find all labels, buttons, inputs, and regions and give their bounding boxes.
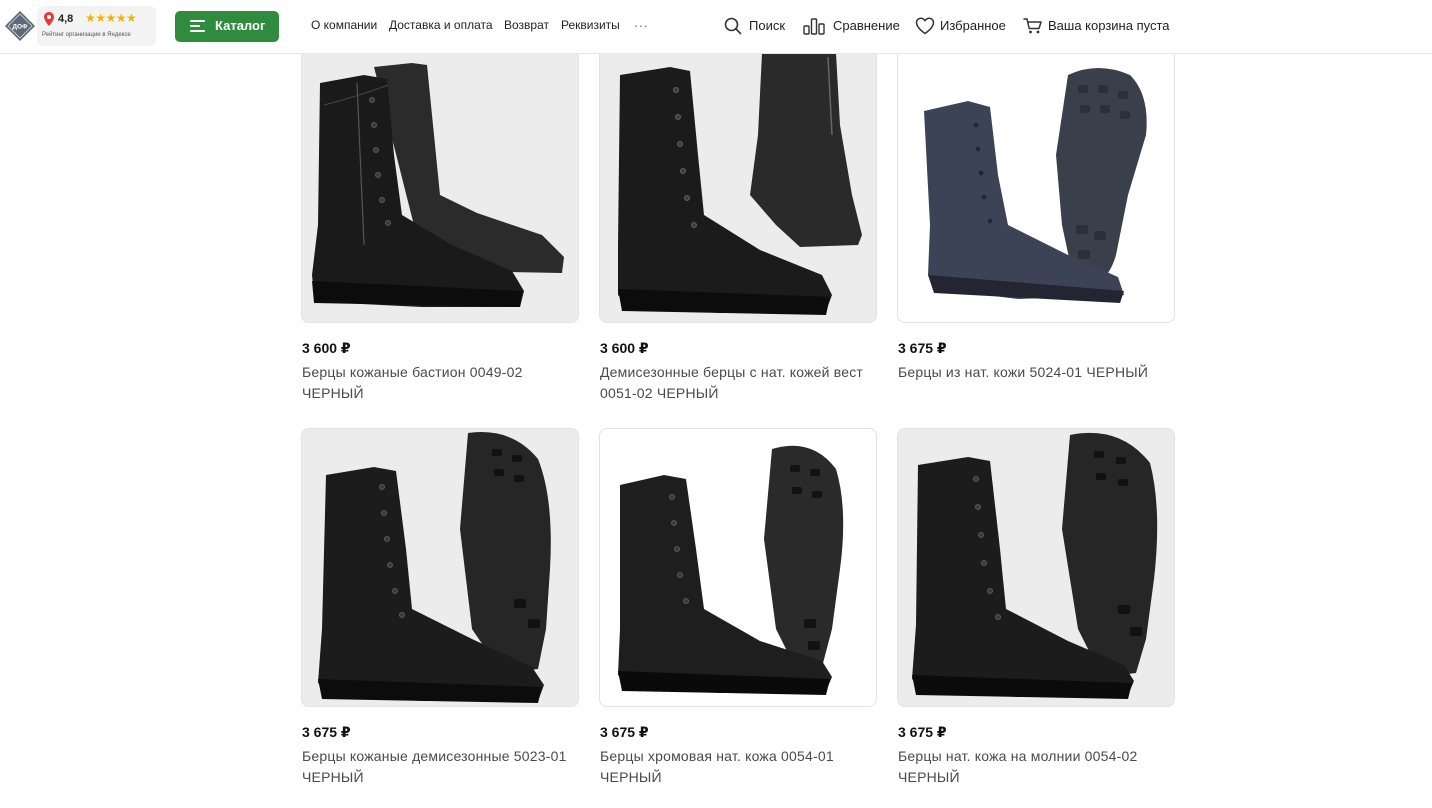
cart-button[interactable]: Ваша корзина пуста [1023, 16, 1179, 36]
boot-image [912, 432, 1158, 699]
product-price: 3 600 ₽ [302, 340, 351, 356]
catalog-button-label: Каталог [215, 18, 266, 33]
product-name[interactable]: Демисезонные берцы с нат. кожей вест 005… [600, 362, 876, 404]
product-price: 3 600 ₽ [600, 340, 649, 356]
catalog-button[interactable]: Каталог [175, 11, 279, 42]
boot-image [618, 53, 862, 315]
favorites-label: Избранное [940, 18, 1006, 33]
product-name[interactable]: Берцы кожаные бастион 0049-02 ЧЕРНЫЙ [302, 362, 578, 404]
logo[interactable]: ДОФ [4, 10, 36, 42]
product-price: 3 675 ₽ [600, 724, 649, 740]
compare-button[interactable]: Сравнение [803, 16, 903, 36]
product-image[interactable] [301, 44, 579, 323]
map-pin-icon [44, 12, 54, 26]
yandex-rating-badge[interactable]: 4,8 ★★★★★ Рейтинг организации в Яндексе [37, 6, 156, 46]
rating-score: 4,8 [58, 13, 74, 25]
nav-link-about[interactable]: О компании [311, 18, 377, 32]
product-name[interactable]: Берцы из нат. кожи 5024-01 ЧЕРНЫЙ [898, 362, 1174, 383]
boot-image [312, 63, 564, 307]
boot-image [318, 432, 551, 703]
menu-icon [190, 20, 205, 32]
rating-stars: ★★★★★ [85, 11, 137, 25]
product-image[interactable] [897, 428, 1175, 707]
product-image[interactable] [599, 44, 877, 323]
product-name[interactable]: Берцы хромовая нат. кожа 0054-01 ЧЕРНЫЙ [600, 746, 876, 788]
product-name[interactable]: Берцы кожаные демисезонные 5023-01 ЧЕРНЫ… [302, 746, 578, 788]
search-button[interactable]: Поиск [724, 16, 790, 36]
nav-link-requisites[interactable]: Реквизиты [561, 18, 620, 32]
nav-link-return[interactable]: Возврат [504, 18, 549, 32]
nav-more-button[interactable]: ... [634, 14, 649, 30]
compare-icon [803, 18, 825, 35]
cart-label: Ваша корзина пуста [1048, 18, 1170, 33]
boot-image [618, 445, 844, 695]
product-name[interactable]: Берцы нат. кожа на молнии 0054-02 ЧЕРНЫЙ [898, 746, 1174, 788]
heart-icon [915, 17, 935, 35]
favorites-button[interactable]: Избранное [915, 16, 1013, 36]
boot-image [924, 68, 1147, 303]
compare-label: Сравнение [833, 18, 900, 33]
nav-link-delivery[interactable]: Доставка и оплата [389, 18, 493, 32]
search-label: Поиск [749, 18, 786, 33]
product-price: 3 675 ₽ [302, 724, 351, 740]
product-image[interactable] [301, 428, 579, 707]
search-icon [724, 17, 742, 35]
site-header: ДОФ 4,8 ★★★★★ Рейтинг организации в Янде… [0, 0, 1432, 54]
product-price: 3 675 ₽ [898, 724, 947, 740]
rating-caption: Рейтинг организации в Яндексе [42, 32, 131, 38]
product-image[interactable] [897, 44, 1175, 323]
logo-text: ДОФ [12, 24, 28, 31]
product-price: 3 675 ₽ [898, 340, 947, 356]
cart-icon [1023, 18, 1042, 34]
product-image[interactable] [599, 428, 877, 707]
